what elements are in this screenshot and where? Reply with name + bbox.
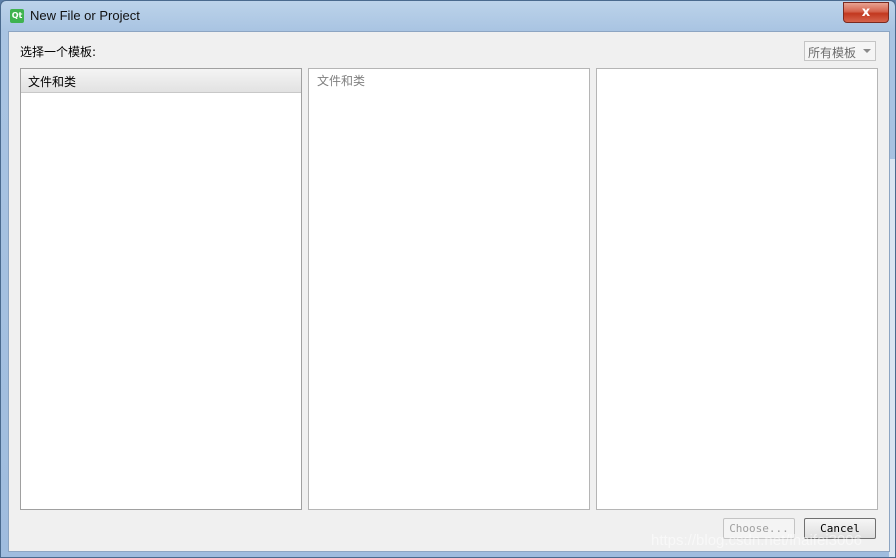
template-filter-dropdown[interactable]: 所有模板 <box>804 41 876 61</box>
template-filter-value: 所有模板 <box>808 46 857 60</box>
template-list-header: 文件和类 <box>317 74 366 88</box>
category-list[interactable]: 文件和类 <box>20 68 302 510</box>
choose-template-label: 选择一个模板: <box>20 45 97 59</box>
category-item-label: 文件和类 <box>28 75 77 89</box>
template-list[interactable]: 文件和类 <box>308 68 590 510</box>
window-title: New File or Project <box>30 8 140 23</box>
category-item-files-and-classes[interactable]: 文件和类 <box>21 69 301 93</box>
qt-creator-icon: Qt <box>10 9 24 23</box>
new-file-or-project-dialog: Qt New File or Project x 选择一个模板: 所有模板 文件… <box>0 0 896 558</box>
template-description-pane <box>596 68 878 510</box>
title-bar[interactable]: Qt New File or Project x <box>1 1 895 31</box>
dropdown-arrow-icon <box>863 49 871 53</box>
watermark: https://blog.csdn.net/lhaifei3006 <box>651 532 862 549</box>
close-button[interactable]: x <box>843 2 889 23</box>
dialog-body: 选择一个模板: 所有模板 文件和类 文件和类 Choose... Cancel <box>8 31 890 552</box>
